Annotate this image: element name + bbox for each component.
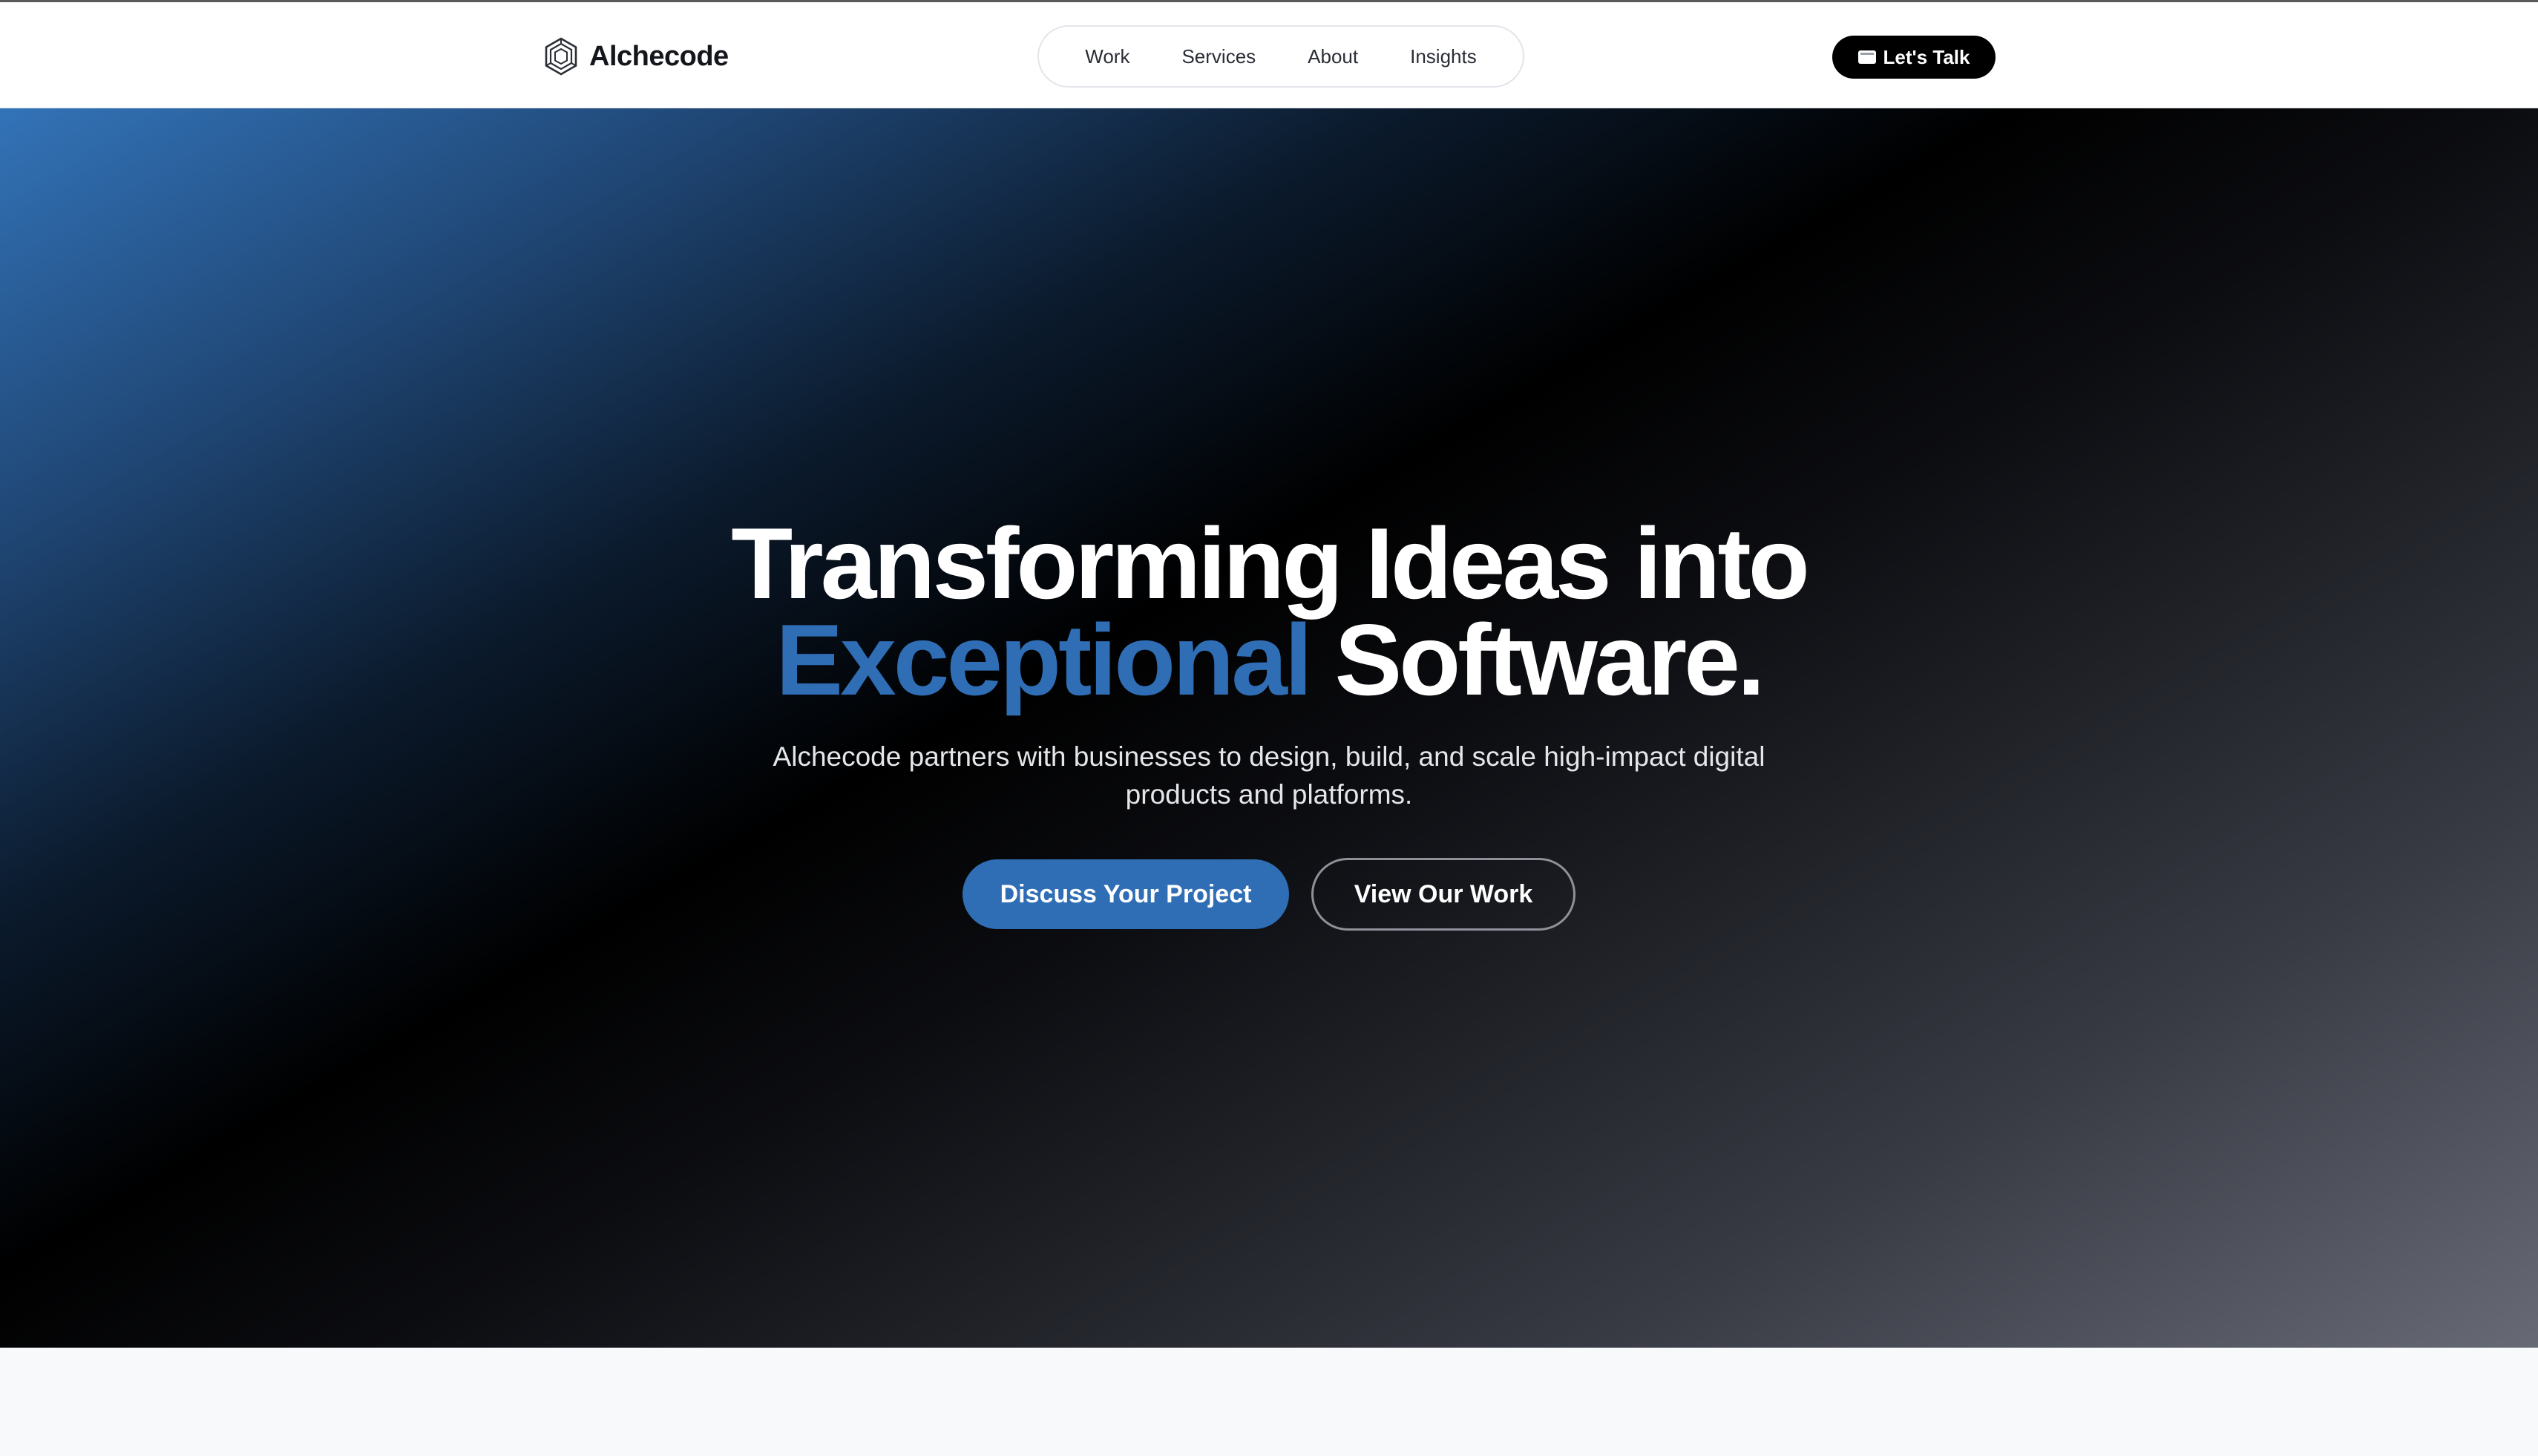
brand-home-link[interactable]: Alchecode <box>540 32 729 81</box>
lets-talk-button[interactable]: Let's Talk <box>1832 36 1996 79</box>
hero-actions: Discuss Your Project View Our Work <box>0 858 2538 931</box>
hero-section: Transforming Ideas into Exceptional Soft… <box>0 108 2538 1348</box>
hero-title: Transforming Ideas into Exceptional Soft… <box>0 513 2538 710</box>
site-header: Alchecode Work Services About Insights L… <box>0 0 2538 108</box>
main-nav: Work Services About Insights <box>1037 25 1524 88</box>
hero-subtitle: Alchecode partners with businesses to de… <box>773 741 1765 810</box>
view-work-button[interactable]: View Our Work <box>1311 858 1575 931</box>
nav-item-work[interactable]: Work <box>1059 45 1155 68</box>
lets-talk-label: Let's Talk <box>1883 45 1970 68</box>
hero-title-accent: Exceptional <box>776 603 1312 716</box>
hero-title-line2: Software. <box>1334 603 1765 716</box>
hexagon-logo-icon <box>545 37 577 76</box>
next-section <box>0 1348 2538 1456</box>
nav-item-services[interactable]: Services <box>1155 45 1282 68</box>
hero-content: Transforming Ideas into Exceptional Soft… <box>0 513 2538 931</box>
nav-item-about[interactable]: About <box>1282 45 1384 68</box>
nav-item-insights[interactable]: Insights <box>1384 45 1503 68</box>
brand-name: Alchecode <box>589 40 729 72</box>
envelope-icon <box>1857 50 1876 64</box>
discuss-project-button[interactable]: Discuss Your Project <box>963 859 1289 929</box>
